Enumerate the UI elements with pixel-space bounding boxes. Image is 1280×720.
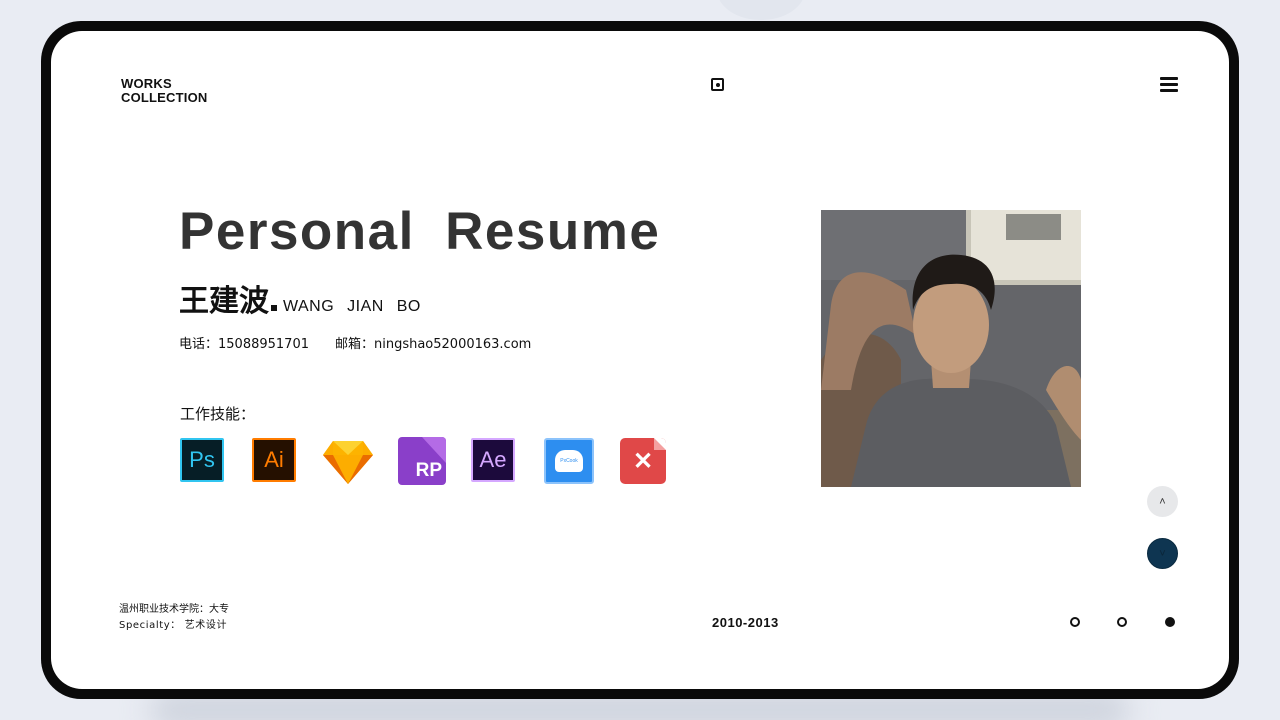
scroll-down-button[interactable]: ˅ bbox=[1147, 538, 1178, 569]
brand-line-1: WORKS bbox=[121, 76, 172, 91]
home-icon[interactable] bbox=[711, 78, 724, 91]
email-text: 邮箱：ningshao52000163.com bbox=[334, 337, 532, 352]
illustrator-icon: Ai bbox=[252, 438, 296, 482]
years-text: 2010-2013 bbox=[712, 615, 779, 630]
menu-icon[interactable] bbox=[1160, 77, 1178, 92]
axure-rp-icon: RP bbox=[398, 437, 446, 485]
name-chinese: 王建波 bbox=[179, 284, 269, 319]
brand-line-2: COLLECTION bbox=[121, 90, 208, 105]
skills-heading: 工作技能： bbox=[180, 405, 256, 423]
pxcook-icon: PxCook bbox=[544, 438, 594, 484]
pagination-dot-1[interactable] bbox=[1070, 617, 1080, 627]
background-decoration bbox=[717, 0, 805, 20]
photoshop-icon: Ps bbox=[180, 438, 224, 482]
after-effects-icon: Ae bbox=[471, 438, 515, 482]
scroll-up-button[interactable]: ˄ bbox=[1147, 486, 1178, 517]
contact-info: 电话：15088951701 邮箱：ningshao52000163.com bbox=[179, 333, 531, 352]
name-row: 王建波 WANG JIAN BO bbox=[179, 276, 421, 320]
sketch-icon bbox=[323, 440, 373, 484]
xmind-icon: ✕ bbox=[620, 438, 666, 484]
device-frame: WORKS COLLECTION Personal Resume 王建波 WANG… bbox=[41, 21, 1239, 699]
education-info: 温州职业技术学院：大专 Specialty： 艺术设计 bbox=[119, 602, 229, 634]
phone-text: 电话：15088951701 bbox=[179, 337, 309, 352]
page-title: Personal Resume bbox=[179, 202, 661, 261]
brand-logo[interactable]: WORKS COLLECTION bbox=[121, 77, 208, 105]
name-dot bbox=[271, 305, 277, 311]
pxcook-label: PxCook bbox=[555, 450, 583, 472]
school-text: 温州职业技术学院：大专 bbox=[119, 604, 229, 615]
profile-photo bbox=[821, 210, 1081, 487]
name-english: WANG JIAN BO bbox=[283, 298, 421, 315]
specialty-text: Specialty： 艺术设计 bbox=[119, 620, 228, 631]
pagination-dot-2[interactable] bbox=[1117, 617, 1127, 627]
resume-screen: WORKS COLLECTION Personal Resume 王建波 WANG… bbox=[51, 31, 1229, 689]
pagination-dot-3[interactable] bbox=[1165, 617, 1175, 627]
